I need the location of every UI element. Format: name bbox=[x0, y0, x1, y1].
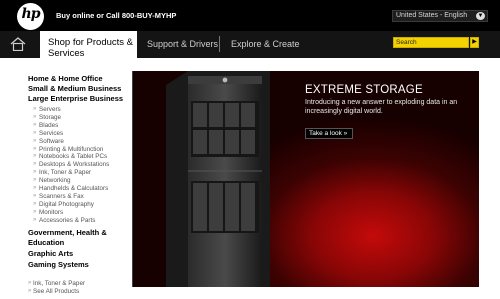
tab-shop-label: Shop for Products & Services bbox=[48, 37, 134, 59]
category-graphic-arts[interactable]: Graphic Arts bbox=[28, 249, 128, 259]
submenu-item[interactable]: Storage bbox=[33, 114, 128, 122]
footer-link-ink[interactable]: Ink, Toner & Paper bbox=[28, 280, 128, 288]
submenu-item[interactable]: Servers bbox=[33, 106, 128, 114]
top-bar: hp Buy online or Call 800-BUY-MYHP Unite… bbox=[0, 0, 500, 31]
region-select[interactable]: United States - English ▼ bbox=[392, 10, 488, 22]
submenu-item[interactable]: Services bbox=[33, 130, 128, 138]
submenu-item[interactable]: Accessories & Parts bbox=[33, 217, 128, 225]
submenu-item[interactable]: Handhelds & Calculators bbox=[33, 185, 128, 193]
footer-link-all-products[interactable]: See All Products bbox=[28, 288, 128, 296]
search-go-button[interactable]: ▶ bbox=[470, 37, 479, 48]
category-home[interactable]: Home & Home Office bbox=[28, 74, 128, 84]
submenu-item[interactable]: Ink, Toner & Paper bbox=[33, 169, 128, 177]
submenu-item[interactable]: Networking bbox=[33, 177, 128, 185]
hp-logo-text: hp bbox=[21, 6, 41, 22]
region-select-value: United States - English bbox=[396, 12, 468, 19]
submenu-item[interactable]: Monitors bbox=[33, 209, 128, 217]
hero-banner[interactable]: EXTREME STORAGE Introducing a new answer… bbox=[132, 71, 479, 287]
submenu-item[interactable]: Scanners & Fax bbox=[33, 193, 128, 201]
category-gaming[interactable]: Gaming Systems bbox=[28, 260, 128, 270]
submenu-item[interactable]: Digital Photography bbox=[33, 201, 128, 209]
nav-support-drivers[interactable]: Support & Drivers bbox=[147, 39, 218, 49]
category-smb[interactable]: Small & Medium Business bbox=[28, 84, 128, 94]
left-menu: Home & Home Office Small & Medium Busine… bbox=[28, 74, 128, 270]
submenu-item[interactable]: Desktops & Workstations bbox=[33, 161, 128, 169]
submenu-item[interactable]: Blades bbox=[33, 122, 128, 130]
buy-online-text: Buy online or Call 800-BUY-MYHP bbox=[56, 11, 177, 20]
left-footer-links: Ink, Toner & Paper See All Products bbox=[28, 280, 128, 296]
hero-title: EXTREME STORAGE bbox=[305, 84, 423, 96]
category-enterprise[interactable]: Large Enterprise Business bbox=[28, 94, 128, 104]
category-government[interactable]: Government, Health & Education bbox=[28, 228, 128, 248]
hero-description: Introducing a new answer to exploding da… bbox=[305, 99, 458, 115]
home-icon[interactable] bbox=[10, 37, 26, 51]
enterprise-submenu: Servers Storage Blades Services Software… bbox=[28, 104, 128, 228]
take-a-look-button[interactable]: Take a look » bbox=[305, 128, 353, 139]
submenu-item[interactable]: Software bbox=[33, 138, 128, 146]
storage-server-image bbox=[166, 71, 270, 287]
submenu-item[interactable]: Notebooks & Tablet PCs bbox=[33, 153, 128, 161]
nav-explore-create[interactable]: Explore & Create bbox=[231, 39, 300, 49]
search-input[interactable]: Search bbox=[393, 37, 469, 48]
nav-divider bbox=[219, 36, 220, 52]
hp-logo[interactable]: hp bbox=[17, 3, 44, 30]
chevron-down-icon: ▼ bbox=[476, 12, 485, 20]
submenu-item[interactable]: Printing & Multifunction bbox=[33, 146, 128, 154]
tab-shop-products[interactable]: Shop for Products & Services bbox=[40, 31, 137, 60]
